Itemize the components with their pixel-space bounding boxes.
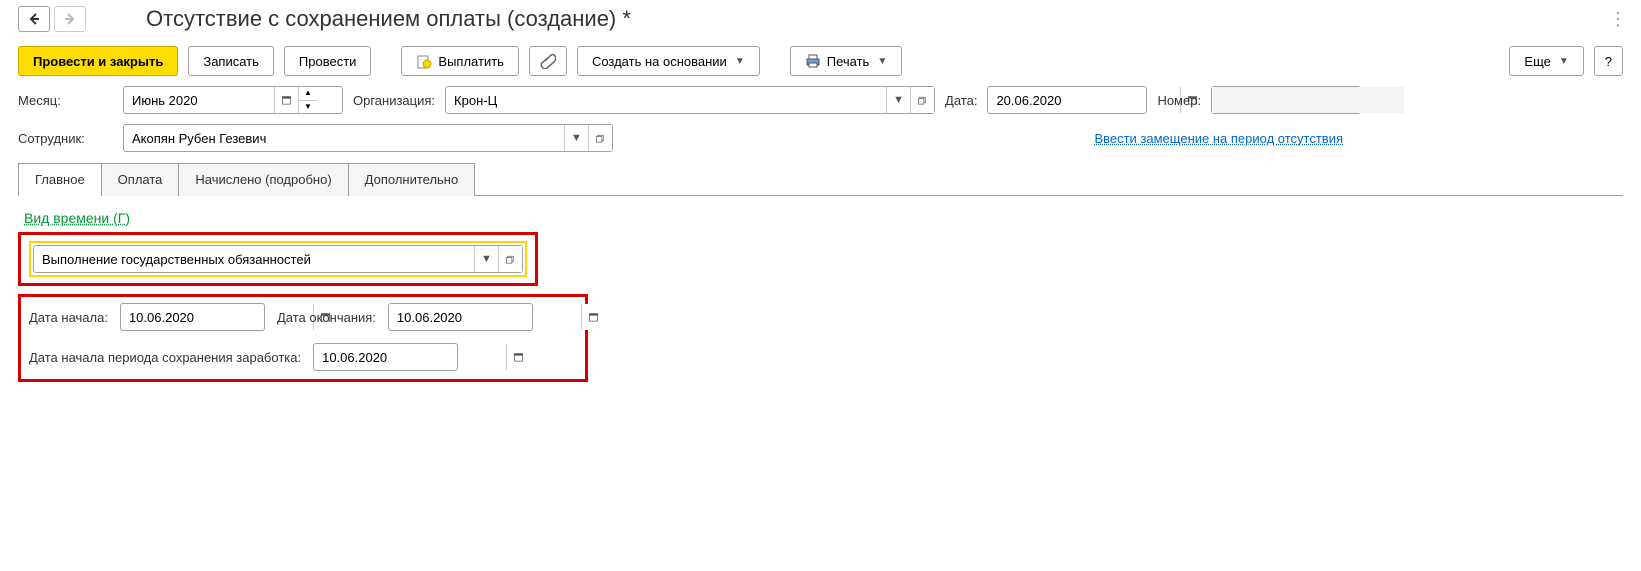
highlight-dates: Дата начала: Дата окончания: Дата начала… xyxy=(18,294,588,382)
chevron-down-icon: ▼ xyxy=(571,132,582,144)
attach-button[interactable] xyxy=(529,46,567,76)
number-label: Номер: xyxy=(1157,93,1201,108)
period-start-group xyxy=(313,343,458,371)
tab-strip: Главное Оплата Начислено (подробно) Допо… xyxy=(18,162,1623,196)
time-type-dropdown-button[interactable]: ▼ xyxy=(474,246,498,272)
chevron-down-icon: ▼ xyxy=(735,56,745,67)
chevron-down-icon: ▼ xyxy=(1559,56,1569,67)
start-date-group xyxy=(120,303,265,331)
month-input-group: ▲ ▼ xyxy=(123,86,343,114)
open-external-icon xyxy=(595,130,606,146)
end-date-calendar-button[interactable] xyxy=(581,304,605,330)
chevron-down-icon: ▼ xyxy=(893,94,904,106)
period-start-label: Дата начала периода сохранения заработка… xyxy=(29,350,301,365)
calendar-icon xyxy=(588,309,599,325)
write-button[interactable]: Записать xyxy=(188,46,274,76)
org-label: Организация: xyxy=(353,93,435,108)
month-input[interactable] xyxy=(124,87,274,113)
print-label: Печать xyxy=(827,54,870,69)
pay-button[interactable]: Выплатить xyxy=(401,46,519,76)
date-label: Дата: xyxy=(945,93,977,108)
tab-accrued[interactable]: Начислено (подробно) xyxy=(178,163,348,196)
time-type-input[interactable] xyxy=(34,246,474,272)
open-external-icon xyxy=(505,251,516,267)
month-calendar-button[interactable] xyxy=(274,87,298,113)
month-spinner: ▲ ▼ xyxy=(298,87,317,113)
number-input[interactable] xyxy=(1212,87,1404,113)
employee-input-group: ▼ xyxy=(123,124,613,152)
end-date-input[interactable] xyxy=(389,304,581,330)
tab-extra[interactable]: Дополнительно xyxy=(348,163,476,196)
nav-forward-button xyxy=(54,6,86,32)
employee-label: Сотрудник: xyxy=(18,131,113,146)
open-external-icon xyxy=(917,92,928,108)
create-based-label: Создать на основании xyxy=(592,54,727,69)
end-date-label: Дата окончания: xyxy=(277,310,376,325)
substitution-link[interactable]: Ввести замещение на период отсутствия xyxy=(1094,131,1343,146)
time-type-section-label[interactable]: Вид времени (Г) xyxy=(24,210,1623,226)
time-type-open-button[interactable] xyxy=(498,246,522,272)
employee-input[interactable] xyxy=(124,125,564,151)
date-input[interactable] xyxy=(988,87,1180,113)
calendar-icon xyxy=(513,349,524,365)
chevron-down-icon: ▼ xyxy=(877,56,887,67)
tab-payment[interactable]: Оплата xyxy=(101,163,180,196)
more-button[interactable]: Еще ▼ xyxy=(1509,46,1583,76)
org-input[interactable] xyxy=(446,87,886,113)
printer-icon xyxy=(805,53,821,69)
post-button[interactable]: Провести xyxy=(284,46,372,76)
tab-content-main: Вид времени (Г) ▼ Дата начала: xyxy=(18,196,1623,400)
start-date-label: Дата начала: xyxy=(29,310,108,325)
highlight-time-type: ▼ xyxy=(18,232,538,286)
month-up-button[interactable]: ▲ xyxy=(299,87,317,100)
calendar-icon xyxy=(281,92,292,108)
paperclip-icon xyxy=(540,53,556,69)
number-input-group xyxy=(1211,86,1361,114)
tab-main[interactable]: Главное xyxy=(18,163,102,196)
period-start-calendar-button[interactable] xyxy=(506,344,530,370)
nav-back-button[interactable] xyxy=(18,6,50,32)
arrow-right-icon xyxy=(62,11,78,27)
month-label: Месяц: xyxy=(18,93,113,108)
more-label: Еще xyxy=(1524,54,1550,69)
org-input-group: ▼ xyxy=(445,86,935,114)
period-start-input[interactable] xyxy=(314,344,506,370)
arrow-left-icon xyxy=(26,11,42,27)
end-date-group xyxy=(388,303,533,331)
kebab-menu-icon[interactable]: ⋮ xyxy=(1609,9,1629,30)
time-type-input-group: ▼ xyxy=(33,245,523,273)
print-button[interactable]: Печать ▼ xyxy=(790,46,903,76)
org-dropdown-button[interactable]: ▼ xyxy=(886,87,910,113)
help-button[interactable]: ? xyxy=(1594,46,1623,76)
chevron-down-icon: ▼ xyxy=(481,253,492,265)
employee-dropdown-button[interactable]: ▼ xyxy=(564,125,588,151)
month-down-button[interactable]: ▼ xyxy=(299,100,317,113)
date-input-group xyxy=(987,86,1147,114)
page-title: Отсутствие с сохранением оплаты (создани… xyxy=(146,6,631,32)
post-and-close-button[interactable]: Провести и закрыть xyxy=(18,46,178,76)
highlight-time-type-inner: ▼ xyxy=(29,241,527,277)
create-based-button[interactable]: Создать на основании ▼ xyxy=(577,46,760,76)
pay-label: Выплатить xyxy=(438,54,504,69)
employee-open-button[interactable] xyxy=(588,125,612,151)
org-open-button[interactable] xyxy=(910,87,934,113)
pay-icon xyxy=(416,53,432,69)
